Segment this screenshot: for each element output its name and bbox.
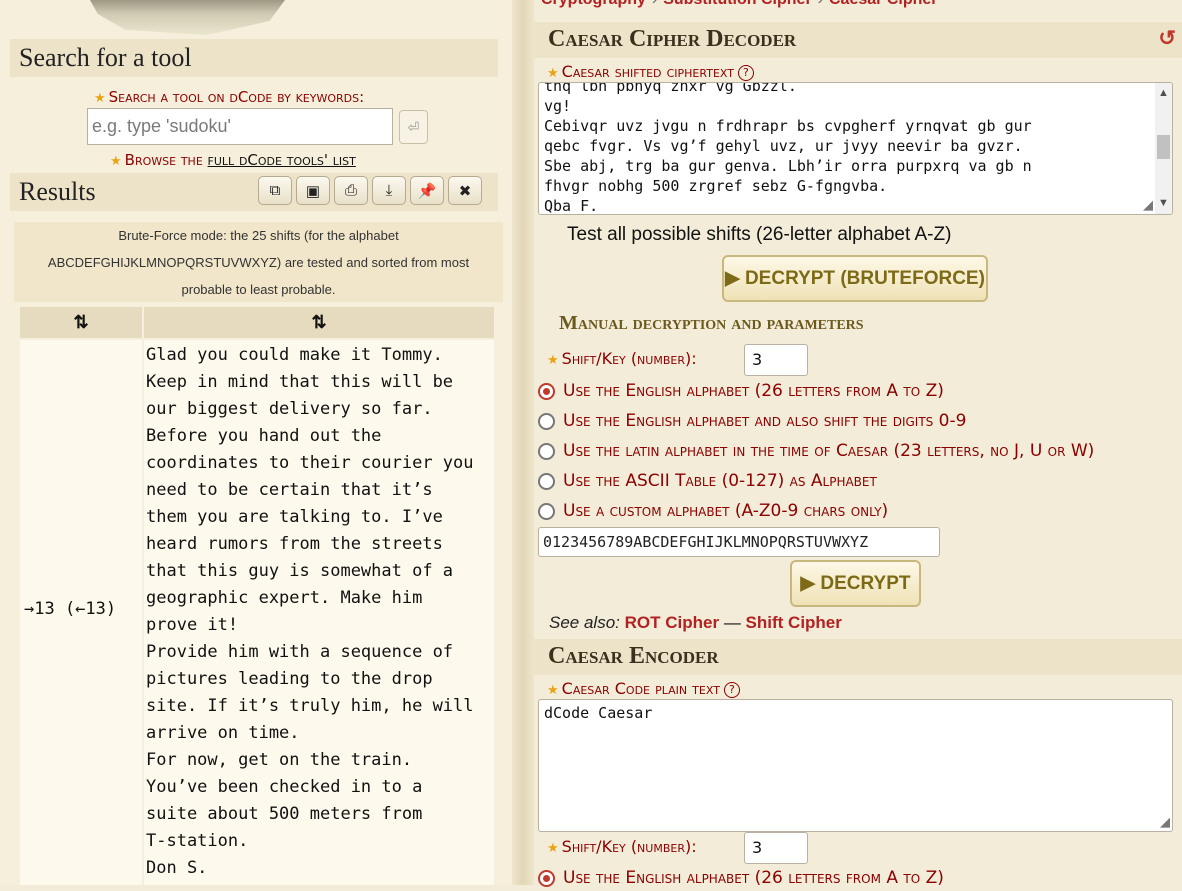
breadcrumb: Cryptography › Substitution Cipher › Caesar …	[541, 0, 938, 9]
test-all-label: Test all possible shifts (26-letter alph…	[567, 224, 952, 245]
radio-label: Use the latin alphabet in the time of Ca…	[563, 441, 1095, 461]
encoder-shift-label: ★ Shift/Key (number):	[547, 837, 697, 856]
plain-text-label-text: Caesar Code plain text	[561, 679, 720, 698]
decoder-title-text: Caesar Cipher Decoder	[548, 26, 797, 52]
see-also: See also: ROT Cipher — Shift Cipher	[549, 613, 842, 633]
bruteforce-button[interactable]: ▶ DECRYPT (BRUTEFORCE)	[722, 255, 988, 302]
radio-label: Use the English alphabet (26 letters fro…	[563, 381, 944, 401]
search-label: ★ Search a tool on dCode by keywords:	[94, 88, 364, 106]
star-icon: ★	[547, 66, 559, 81]
help-icon[interactable]: ?	[723, 682, 740, 698]
radio-label: Use the ASCII Table (0-127) as Alphabet	[563, 471, 877, 491]
radio-button[interactable]	[538, 502, 555, 520]
breadcrumb-separator: ›	[652, 0, 657, 8]
encoder-shift-input[interactable]: 3	[744, 832, 808, 864]
print-icon[interactable]: ⎙	[334, 176, 368, 205]
decoder-title: Caesar Cipher Decoder ↺	[534, 22, 1182, 58]
manual-section-title: Manual decryption and parameters	[559, 312, 864, 334]
decoded-text: Glad you could make it Tommy. Keep in mi…	[146, 345, 474, 878]
encoder-alphabet-option-english[interactable]: Use the English alphabet (26 letters fro…	[538, 865, 944, 891]
enter-icon[interactable]: ⏎	[399, 110, 428, 144]
alphabet-option-english[interactable]: Use the English alphabet (26 letters fro…	[538, 378, 944, 404]
see-also-separator: —	[723, 613, 741, 632]
ciphertext-textarea[interactable]: tnq lbh pbhyq znxr vg Gbzzl. vg! Cebivqr…	[538, 82, 1173, 215]
breadcrumb-item[interactable]: Cryptography	[541, 0, 646, 8]
result-shift: →13 (←13)	[24, 599, 117, 619]
rot-cipher-link[interactable]: ROT Cipher	[625, 613, 719, 632]
decrypt-button[interactable]: ▶ DECRYPT	[790, 560, 921, 607]
radio-button[interactable]	[538, 869, 555, 887]
custom-alphabet-input[interactable]: 0123456789ABCDEFGHIJKLMNOPQRSTUVWXYZ	[538, 527, 940, 557]
radio-label: Use the English alphabet (26 letters fro…	[563, 868, 944, 888]
resize-grip-icon[interactable]: ◢	[1160, 814, 1170, 830]
download-icon[interactable]: ⤓	[372, 176, 406, 205]
alphabet-option-latin[interactable]: Use the latin alphabet in the time of Ca…	[538, 438, 1094, 464]
encoder-shift-label-text: Shift/Key (number):	[561, 837, 697, 856]
scrollbar[interactable]: ▲ ▼	[1155, 83, 1172, 214]
result-text-cell: Glad you could make it Tommy. Keep in mi…	[144, 340, 494, 885]
results-toolbar: ⧉ ▣ ⎙ ⤓ 📌 ✖	[258, 176, 484, 205]
copy-icon[interactable]: ⧉	[258, 176, 292, 205]
sort-key-header[interactable]: ⇅	[20, 307, 142, 338]
radio-label: Use a custom alphabet (A-Z0-9 chars only…	[563, 501, 889, 521]
browse-prefix: Browse the	[124, 151, 208, 169]
browse-link-text[interactable]: full dCode tools' list	[208, 151, 356, 169]
shift-input[interactable]: 3	[744, 344, 808, 376]
ciphertext-label: ★ Caesar shifted ciphertext?	[547, 62, 754, 81]
search-label-text: Search a tool on dCode by keywords:	[108, 88, 365, 106]
star-icon: ★	[110, 154, 122, 169]
plain-text-content[interactable]: dCode Caesar	[539, 700, 1172, 723]
resize-grip-icon[interactable]: ◢	[1143, 197, 1153, 213]
shift-label-text: Shift/Key (number):	[561, 349, 697, 368]
search-input[interactable]	[87, 108, 393, 145]
result-key-cell: →13 (←13)	[20, 340, 142, 885]
shift-label: ★ Shift/Key (number):	[547, 349, 697, 368]
right-column: Cryptography › Substitution Cipher › Caesar …	[534, 0, 1182, 888]
scroll-thumb[interactable]	[1157, 135, 1170, 159]
scroll-down-icon[interactable]: ▼	[1155, 195, 1172, 212]
shift-cipher-link[interactable]: Shift Cipher	[746, 613, 842, 632]
column-divider	[512, 0, 534, 885]
star-icon: ★	[547, 353, 559, 368]
plain-text-textarea[interactable]: dCode Caesar ◢	[538, 699, 1173, 832]
radio-label: Use the English alphabet and also shift …	[563, 411, 967, 431]
alphabet-option-digits[interactable]: Use the English alphabet and also shift …	[538, 408, 966, 434]
scroll-up-icon[interactable]: ▲	[1155, 85, 1172, 102]
close-icon[interactable]: ✖	[448, 176, 482, 205]
radio-button[interactable]	[538, 442, 555, 460]
browse-tools-link[interactable]: ★ Browse the full dCode tools' list	[110, 151, 356, 169]
ciphertext-label-text: Caesar shifted ciphertext	[561, 62, 734, 81]
breadcrumb-item[interactable]: Caesar Cipher	[829, 0, 938, 8]
see-also-label: See also:	[549, 613, 620, 632]
star-icon: ★	[547, 683, 559, 698]
radio-button[interactable]	[538, 472, 555, 490]
ciphertext-content[interactable]: tnq lbh pbhyq znxr vg Gbzzl. vg! Cebivqr…	[539, 83, 1172, 214]
search-section-title: Search for a tool	[10, 39, 498, 77]
radio-button[interactable]	[538, 382, 555, 400]
pin-icon[interactable]: 📌	[410, 176, 444, 205]
bruteforce-info: Brute-Force mode: the 25 shifts (for the…	[14, 222, 503, 302]
alphabet-option-custom[interactable]: Use a custom alphabet (A-Z0-9 chars only…	[538, 498, 888, 524]
help-icon[interactable]: ?	[737, 65, 754, 81]
sort-text-header[interactable]: ⇅	[144, 307, 494, 338]
decorative-image	[90, 0, 285, 35]
breadcrumb-separator: ›	[818, 0, 823, 8]
plain-text-label: ★ Caesar Code plain text?	[547, 679, 740, 698]
star-icon: ★	[94, 91, 106, 106]
radio-button[interactable]	[538, 412, 555, 430]
encoder-title: Caesar Encoder	[534, 639, 1182, 675]
save-icon[interactable]: ▣	[296, 176, 330, 205]
alphabet-option-ascii[interactable]: Use the ASCII Table (0-127) as Alphabet	[538, 468, 877, 494]
refresh-icon[interactable]: ↺	[1158, 26, 1176, 51]
star-icon: ★	[547, 841, 559, 856]
left-column: Search for a tool ★ Search a tool on dCod…	[0, 0, 512, 885]
breadcrumb-item[interactable]: Substitution Cipher	[663, 0, 811, 8]
